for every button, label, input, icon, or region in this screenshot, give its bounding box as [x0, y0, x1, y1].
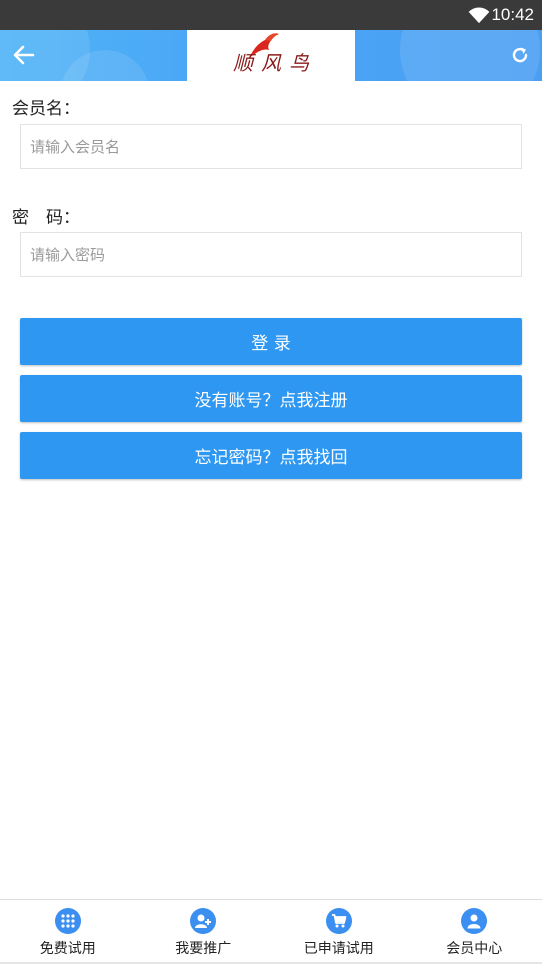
bottom-tab-bar: 免费试用 我要推广 已申请试用 会员中心 — [0, 899, 542, 964]
tab-label: 已申请试用 — [303, 941, 374, 957]
register-button[interactable]: 没有账号？点我注册 — [20, 375, 522, 422]
password-input[interactable] — [20, 232, 522, 277]
refresh-icon — [512, 47, 528, 63]
arrow-left-icon — [13, 45, 35, 65]
login-button[interactable]: 登 录 — [20, 318, 522, 365]
username-label: 会员名： — [12, 99, 80, 119]
cart-icon — [325, 908, 352, 934]
refresh-button[interactable] — [506, 40, 534, 70]
add-user-icon — [190, 908, 217, 934]
tab-member-center[interactable]: 会员中心 — [407, 900, 542, 964]
logo-text: 顺风鸟 — [233, 51, 317, 75]
brand-logo: 顺风鸟 — [187, 30, 355, 81]
username-input[interactable] — [20, 124, 522, 169]
tab-label: 我要推广 — [175, 941, 232, 957]
app-header: 顺风鸟 — [0, 30, 542, 81]
tab-label: 会员中心 — [446, 941, 503, 957]
tab-label: 免费试用 — [39, 941, 96, 957]
status-time: 10:42 — [491, 5, 534, 24]
back-button[interactable] — [8, 40, 40, 70]
wifi-icon — [468, 7, 490, 24]
user-icon — [461, 908, 488, 934]
password-label: 密 码： — [12, 208, 80, 228]
tab-free-trial[interactable]: 免费试用 — [0, 900, 136, 964]
status-bar: 10:42 — [0, 0, 542, 30]
tab-promote[interactable]: 我要推广 — [136, 900, 272, 964]
grid-icon — [54, 908, 81, 934]
tab-applied-trials[interactable]: 已申请试用 — [271, 900, 407, 964]
forgot-password-button[interactable]: 忘记密码？点我找回 — [20, 432, 522, 479]
